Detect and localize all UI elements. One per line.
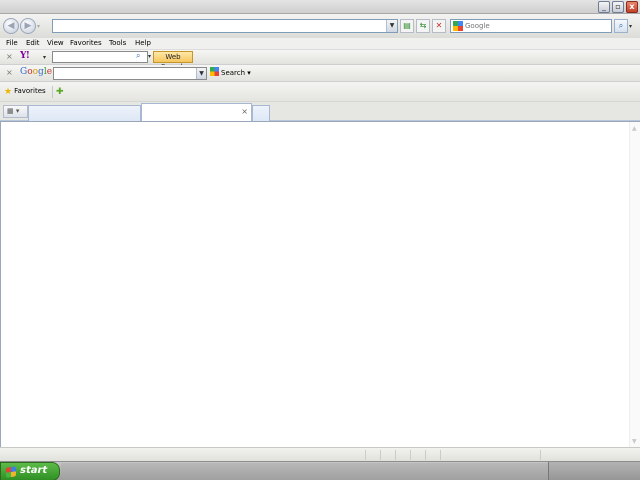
forward-arrow-icon: ▶ bbox=[24, 21, 32, 31]
yahoo-logo[interactable]: Y! bbox=[20, 51, 30, 63]
back-button[interactable]: ◀ bbox=[3, 18, 19, 34]
status-pane-divider bbox=[395, 450, 396, 460]
tab-active[interactable]: × bbox=[141, 103, 252, 122]
yahoo-search-input[interactable] bbox=[52, 51, 148, 63]
chevron-down-icon: ▾ bbox=[247, 69, 251, 77]
stop-icon: ✕ bbox=[435, 21, 443, 30]
status-pane-divider bbox=[380, 450, 381, 460]
stop-button[interactable]: ✕ bbox=[432, 19, 446, 33]
yahoo-search-options-dropdown[interactable]: ▾ bbox=[148, 53, 151, 60]
google-icon bbox=[210, 67, 219, 76]
favorites-star-icon: ★ bbox=[4, 87, 13, 97]
favorites-bar: ★ Favorites ✚ bbox=[0, 82, 640, 102]
menu-file[interactable]: File bbox=[6, 39, 18, 47]
menu-view[interactable]: View bbox=[47, 39, 64, 47]
page-icon: ▤ bbox=[403, 21, 411, 30]
address-bar[interactable]: ▼ bbox=[52, 19, 398, 33]
yahoo-toolbar: × Y! ▾ ⌕ ▾ Web Search bbox=[0, 50, 640, 71]
screen: _ ▫ x ◀ ▶ ▾ ▼ ▤ ⇆ ✕ ⌕ ▾ bbox=[0, 0, 640, 480]
magnifier-icon: ⌕ bbox=[618, 21, 624, 30]
restore-button[interactable]: ▫ bbox=[612, 1, 624, 13]
search-input[interactable] bbox=[465, 20, 609, 32]
close-button[interactable]: x bbox=[626, 1, 638, 13]
yahoo-menu-dropdown[interactable]: ▾ bbox=[43, 54, 46, 61]
status-pane-divider bbox=[425, 450, 426, 460]
status-pane-divider bbox=[410, 450, 411, 460]
google-toolbar: × Google ▼ Search ▾ bbox=[0, 65, 640, 82]
tab-list-dropdown-icon: ▾ bbox=[15, 107, 20, 115]
menu-favorites[interactable]: Favorites bbox=[70, 39, 102, 47]
navigation-bar: ◀ ▶ ▾ ▼ ▤ ⇆ ✕ ⌕ ▾ bbox=[0, 14, 640, 38]
search-options-dropdown[interactable]: ▾ bbox=[629, 23, 632, 30]
status-bar bbox=[0, 447, 640, 461]
google-toolbar-close-icon[interactable]: × bbox=[6, 68, 13, 77]
google-search-input[interactable]: ▼ bbox=[53, 67, 207, 80]
google-logo-text: Google bbox=[20, 67, 52, 77]
tab-row: ▦ ▾ × bbox=[0, 102, 640, 122]
google-icon bbox=[453, 21, 463, 31]
recent-pages-dropdown[interactable]: ▾ bbox=[37, 23, 44, 30]
scroll-down-arrow-icon[interactable]: ▼ bbox=[632, 438, 637, 445]
compatibility-view-button[interactable]: ▤ bbox=[400, 19, 414, 33]
refresh-button[interactable]: ⇆ bbox=[416, 19, 430, 33]
page-content[interactable]: ▲ ▼ bbox=[0, 121, 640, 448]
status-pane-divider bbox=[440, 450, 441, 460]
quick-tabs-icon: ▦ bbox=[7, 107, 14, 115]
new-tab-button[interactable] bbox=[252, 105, 270, 121]
menu-tools[interactable]: Tools bbox=[109, 39, 126, 47]
quick-tabs-button[interactable]: ▦ ▾ bbox=[3, 105, 28, 118]
favorites-button[interactable]: ★ Favorites bbox=[4, 87, 46, 97]
status-pane-divider bbox=[365, 450, 366, 460]
menu-edit[interactable]: Edit bbox=[26, 39, 40, 47]
taskbar-buttons-area[interactable] bbox=[61, 463, 548, 480]
address-dropdown-button[interactable]: ▼ bbox=[386, 20, 397, 32]
refresh-icon: ⇆ bbox=[419, 21, 427, 30]
windows-logo-icon bbox=[6, 466, 16, 478]
taskbar: start bbox=[0, 461, 640, 480]
favorites-separator bbox=[52, 86, 53, 98]
web-search-button[interactable]: Web Search bbox=[153, 51, 193, 71]
yahoo-magnifier-icon[interactable]: ⌕ bbox=[136, 51, 140, 61]
google-logo[interactable]: Google bbox=[20, 67, 52, 77]
search-button[interactable]: ⌕ bbox=[614, 19, 628, 33]
favorites-label: Favorites bbox=[14, 87, 46, 95]
google-logo-letter: e bbox=[46, 67, 53, 77]
google-search-label: Search bbox=[221, 69, 246, 77]
google-search-history-dropdown[interactable]: ▼ bbox=[196, 68, 206, 79]
scroll-up-arrow-icon[interactable]: ▲ bbox=[632, 125, 637, 132]
start-label: start bbox=[20, 465, 48, 476]
menu-help[interactable]: Help bbox=[135, 39, 151, 47]
start-button[interactable]: start bbox=[0, 462, 60, 480]
add-favorite-icon: ✚ bbox=[56, 87, 64, 97]
system-tray[interactable] bbox=[548, 462, 640, 480]
menu-bar: File Edit View Favorites Tools Help bbox=[0, 38, 640, 50]
google-search-button[interactable]: Search ▾ bbox=[210, 67, 251, 80]
back-arrow-icon: ◀ bbox=[7, 21, 15, 31]
yahoo-toolbar-close-icon[interactable]: × bbox=[6, 52, 13, 61]
add-to-favorites-bar-button[interactable]: ✚ bbox=[56, 87, 64, 97]
minimize-button[interactable]: _ bbox=[598, 1, 610, 13]
search-box[interactable] bbox=[450, 19, 612, 33]
status-pane-divider bbox=[540, 450, 541, 460]
title-bar[interactable]: _ ▫ x bbox=[0, 0, 640, 14]
vertical-scrollbar[interactable]: ▲ ▼ bbox=[629, 122, 640, 448]
forward-button[interactable]: ▶ bbox=[20, 18, 36, 34]
close-tab-icon[interactable]: × bbox=[241, 107, 248, 116]
tab-1[interactable] bbox=[28, 105, 141, 121]
